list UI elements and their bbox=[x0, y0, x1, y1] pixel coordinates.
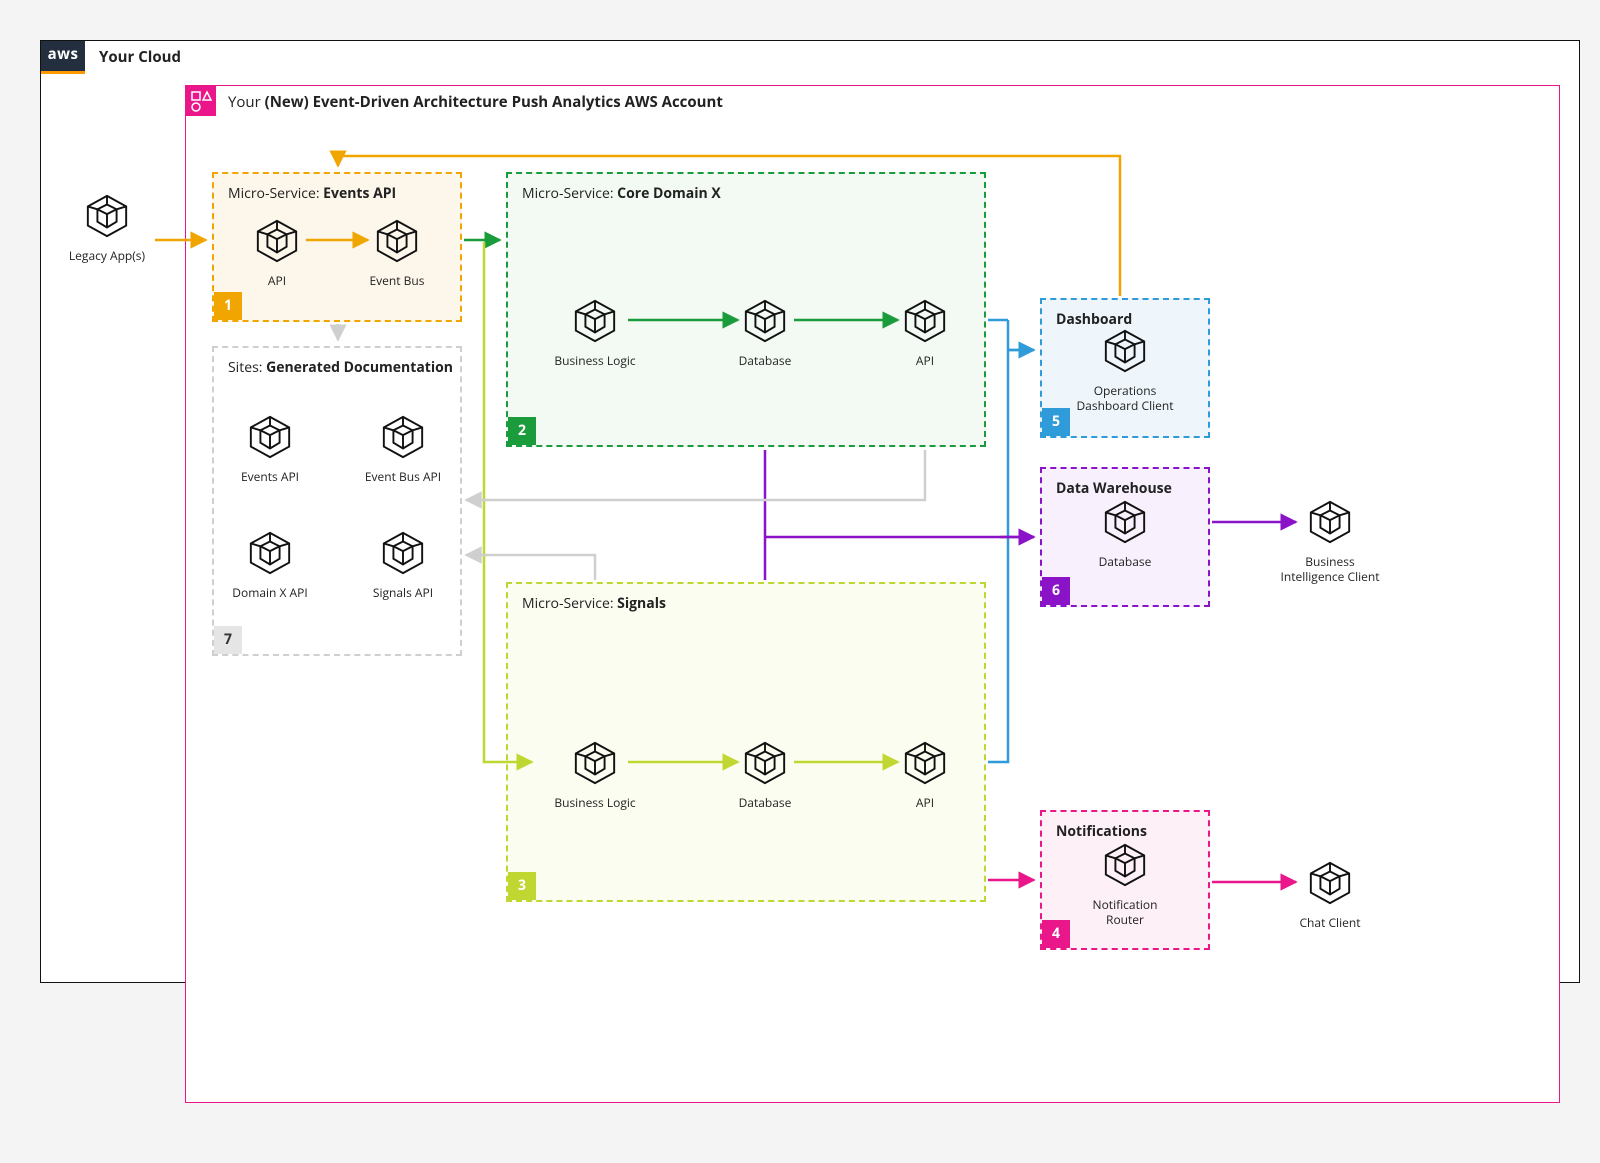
node-core-db: Database bbox=[720, 298, 810, 368]
legacy-app-label: Legacy App(s) bbox=[62, 248, 152, 263]
cube-icon bbox=[380, 414, 426, 460]
cube-icon bbox=[1307, 499, 1353, 545]
cube-icon bbox=[572, 298, 618, 344]
box-docs-title: Sites: Generated Documentation bbox=[228, 358, 453, 377]
events-api-label: API bbox=[232, 273, 322, 288]
cube-icon bbox=[1102, 842, 1148, 888]
account-badge-icon bbox=[186, 86, 216, 116]
node-docs-eventbus-api: Event Bus API bbox=[358, 414, 448, 484]
box-dashboard-title: Dashboard bbox=[1056, 310, 1132, 329]
box-notif-title: Notifications bbox=[1056, 822, 1147, 841]
node-docs-signals-api: Signals API bbox=[358, 530, 448, 600]
docs-eventbus-api-label: Event Bus API bbox=[358, 469, 448, 484]
cube-icon bbox=[247, 530, 293, 576]
cube-icon bbox=[742, 740, 788, 786]
node-signals-bl: Business Logic bbox=[540, 740, 650, 810]
bi-client-label: Business Intelligence Client bbox=[1275, 554, 1385, 584]
event-bus-label: Event Bus bbox=[352, 273, 442, 288]
cube-icon bbox=[1307, 860, 1353, 906]
cube-icon bbox=[84, 193, 130, 239]
cube-icon bbox=[902, 298, 948, 344]
docs-domainx-api-label: Domain X API bbox=[225, 585, 315, 600]
box-core-title: Micro-Service: Core Domain X bbox=[522, 184, 721, 203]
docs-signals-api-label: Signals API bbox=[358, 585, 448, 600]
core-bl-label: Business Logic bbox=[540, 353, 650, 368]
cube-icon bbox=[374, 218, 420, 264]
cube-icon bbox=[380, 530, 426, 576]
box-notif-num: 4 bbox=[1042, 920, 1070, 948]
cube-icon bbox=[1102, 499, 1148, 545]
dw-db-label: Database bbox=[1080, 554, 1170, 569]
account-title: Your (New) Event-Driven Architecture Pus… bbox=[228, 92, 723, 112]
box-events-num: 1 bbox=[214, 292, 242, 320]
cloud-title: Your Cloud bbox=[99, 47, 181, 67]
core-api-label: API bbox=[880, 353, 970, 368]
box-docs-num: 7 bbox=[214, 626, 242, 654]
node-signals-api: API bbox=[880, 740, 970, 810]
cube-icon bbox=[1102, 328, 1148, 374]
signals-bl-label: Business Logic bbox=[540, 795, 650, 810]
node-dashboard: Operations Dashboard Client bbox=[1070, 328, 1180, 413]
node-docs-domainx-api: Domain X API bbox=[225, 530, 315, 600]
box-events-title: Micro-Service: Events API bbox=[228, 184, 396, 203]
box-docs: Sites: Generated Documentation 7 bbox=[212, 346, 462, 656]
cube-icon bbox=[254, 218, 300, 264]
cube-icon bbox=[572, 740, 618, 786]
box-dw-num: 6 bbox=[1042, 577, 1070, 605]
dashboard-label: Operations Dashboard Client bbox=[1070, 383, 1180, 413]
node-event-bus: Event Bus bbox=[352, 218, 442, 288]
core-db-label: Database bbox=[720, 353, 810, 368]
node-chat-client: Chat Client bbox=[1275, 860, 1385, 930]
cube-icon bbox=[247, 414, 293, 460]
signals-db-label: Database bbox=[720, 795, 810, 810]
node-docs-events-api: Events API bbox=[225, 414, 315, 484]
box-core-num: 2 bbox=[508, 417, 536, 445]
box-signals-num: 3 bbox=[508, 872, 536, 900]
aws-logo-icon: aws bbox=[41, 41, 85, 74]
node-signals-db: Database bbox=[720, 740, 810, 810]
cube-icon bbox=[742, 298, 788, 344]
node-notif: Notification Router bbox=[1075, 842, 1175, 927]
box-dashboard-num: 5 bbox=[1042, 408, 1070, 436]
node-core-bl: Business Logic bbox=[540, 298, 650, 368]
node-events-api: API bbox=[232, 218, 322, 288]
node-dw-db: Database bbox=[1080, 499, 1170, 569]
cube-icon bbox=[902, 740, 948, 786]
chat-client-label: Chat Client bbox=[1275, 915, 1385, 930]
box-dw-title: Data Warehouse bbox=[1056, 479, 1172, 498]
box-signals-title: Micro-Service: Signals bbox=[522, 594, 666, 613]
node-legacy-app: Legacy App(s) bbox=[62, 193, 152, 263]
node-bi-client: Business Intelligence Client bbox=[1275, 499, 1385, 584]
notif-label: Notification Router bbox=[1075, 897, 1175, 927]
docs-events-api-label: Events API bbox=[225, 469, 315, 484]
signals-api-label: API bbox=[880, 795, 970, 810]
diagram-canvas: aws Your Cloud Legacy App(s) Your (New) … bbox=[0, 0, 1600, 1163]
node-core-api: API bbox=[880, 298, 970, 368]
